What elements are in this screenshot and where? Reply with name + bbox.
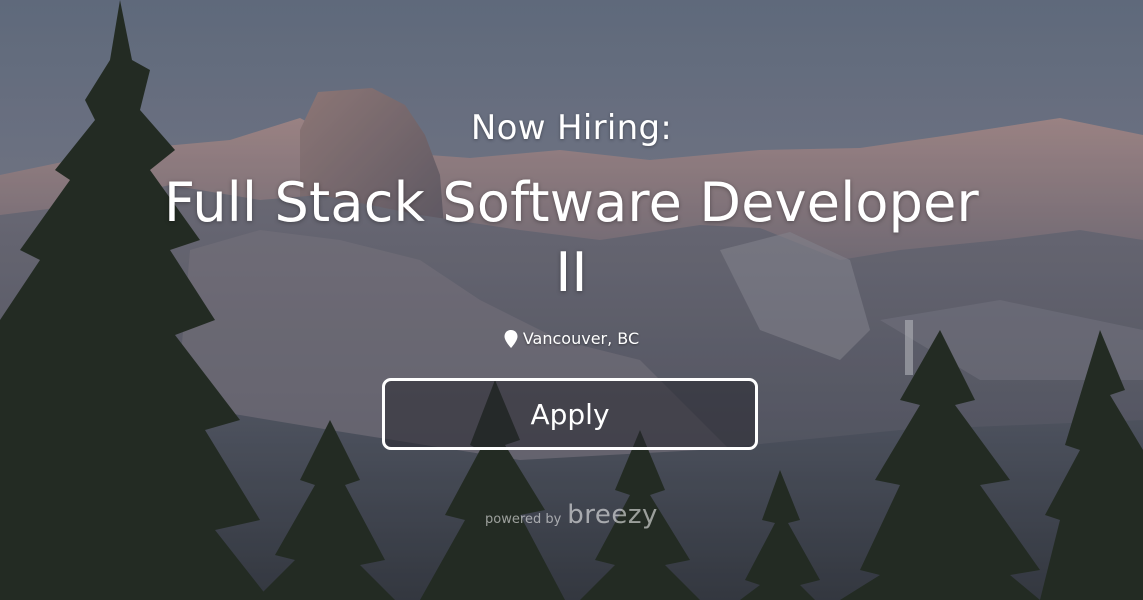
breezy-logo: breezy: [567, 500, 658, 530]
apply-button[interactable]: Apply: [382, 378, 758, 450]
location-text: Vancouver, BC: [522, 329, 640, 348]
job-title: Full Stack Software Developer II: [164, 171, 979, 304]
powered-by-label: powered by: [485, 512, 562, 527]
now-hiring-label: Now Hiring:: [470, 108, 673, 148]
powered-by-breezy[interactable]: powered by breezy: [0, 500, 1143, 530]
map-pin-icon: [504, 329, 518, 348]
hiring-hero: Now Hiring: Full Stack Software Develope…: [0, 0, 1143, 600]
job-location: Vancouver, BC: [0, 329, 1143, 348]
